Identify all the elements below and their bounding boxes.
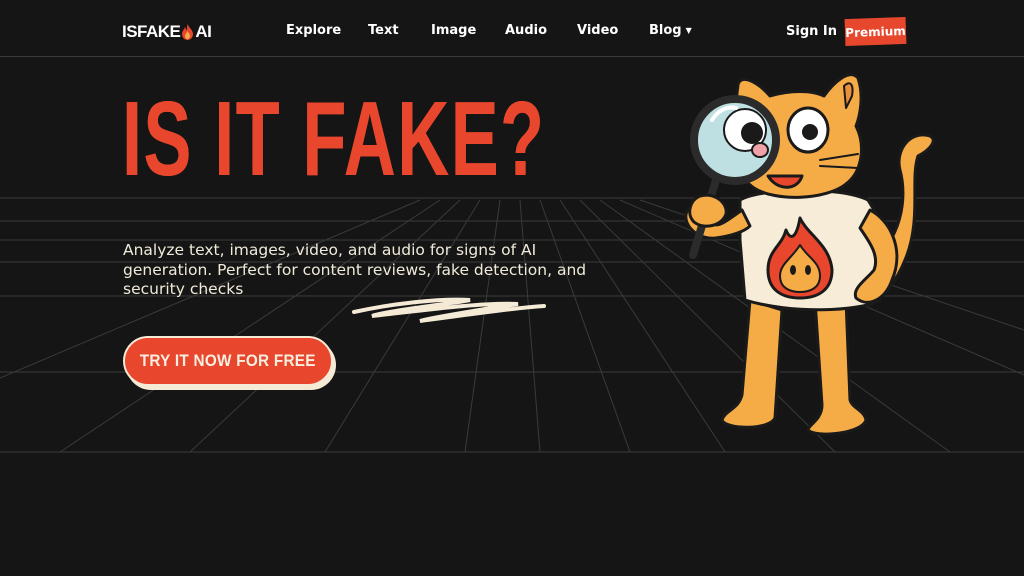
cat-mascot-illustration	[684, 73, 935, 436]
hero-headline: IS IT FAKE?	[122, 80, 546, 198]
squiggle-decoration	[352, 297, 546, 323]
try-it-now-button[interactable]: TRY IT NOW FOR FREE	[123, 336, 333, 386]
try-it-now-label: TRY IT NOW FOR FREE	[140, 351, 316, 370]
hero-subtitle: Analyze text, images, video, and audio f…	[123, 241, 587, 298]
